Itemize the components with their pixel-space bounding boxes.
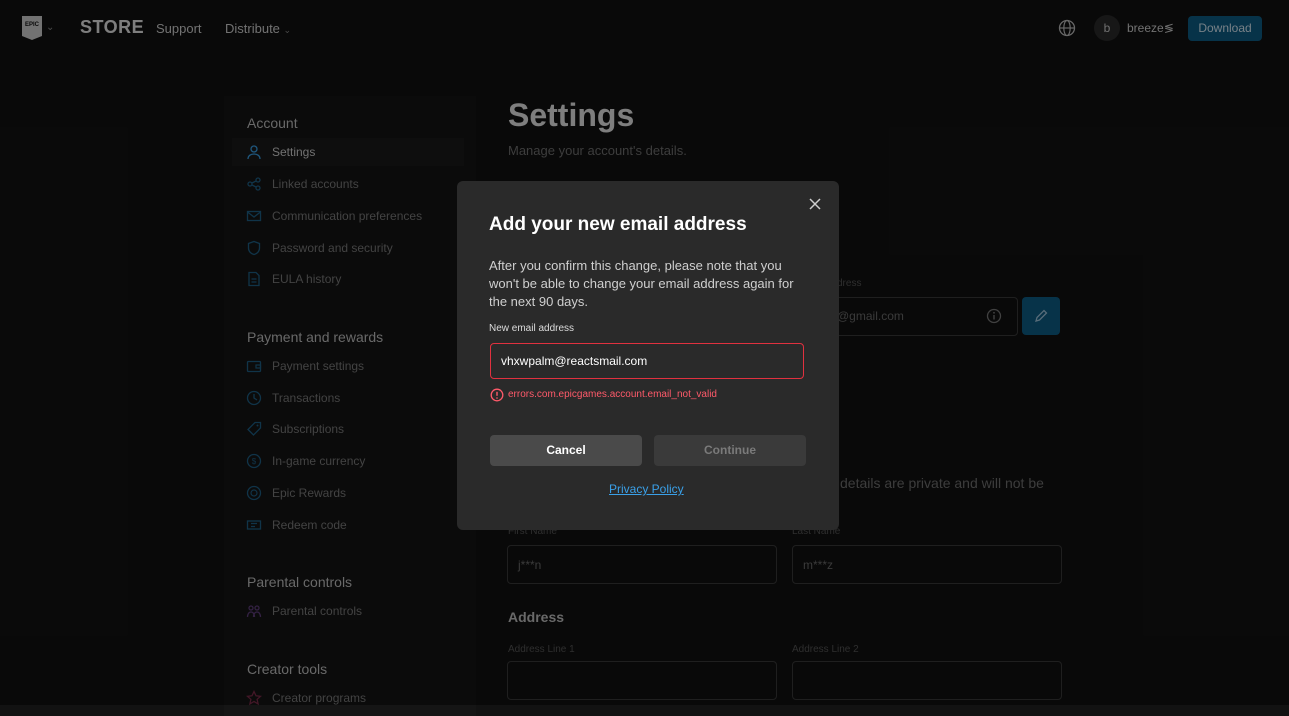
close-icon[interactable] [808, 197, 822, 211]
modal-description: After you confirm this change, please no… [489, 258, 794, 309]
cancel-button[interactable]: Cancel [490, 435, 642, 466]
new-email-label: New email address [489, 323, 575, 334]
modal-title: Add your new email address [489, 214, 747, 235]
new-email-input[interactable] [490, 343, 804, 379]
privacy-policy-link[interactable]: Privacy Policy [609, 482, 684, 496]
continue-button[interactable]: Continue [654, 435, 806, 466]
error-message: errors.com.epicgames.account.email_not_v… [508, 389, 717, 400]
error-icon [490, 388, 504, 402]
